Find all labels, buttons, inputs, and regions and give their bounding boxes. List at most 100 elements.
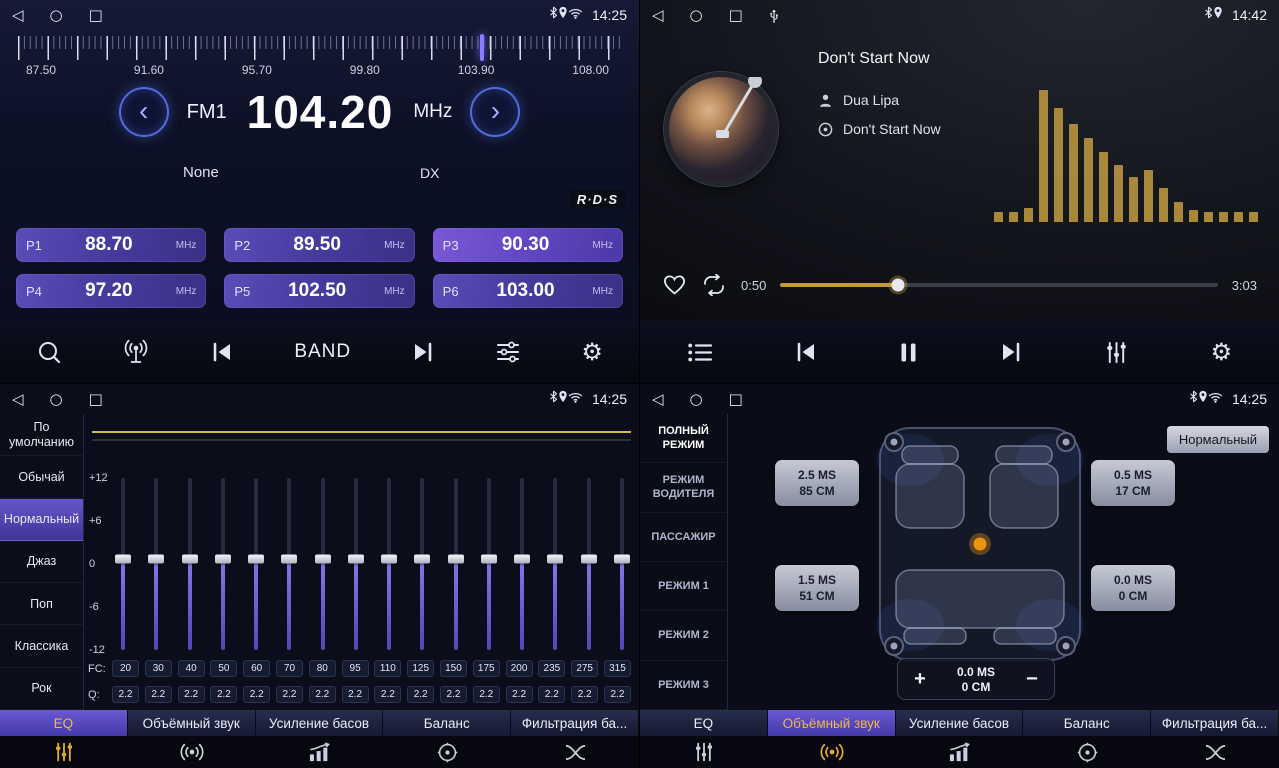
radio-preset-p5[interactable]: P5102.50MHz [224, 274, 414, 308]
radio-preset-p1[interactable]: P188.70MHz [16, 228, 206, 262]
eq-band-slider-11[interactable] [447, 478, 465, 650]
eq-band-slider-12[interactable] [480, 478, 498, 650]
audio-tab-3[interactable]: Усиление басов [256, 710, 384, 736]
eq-sliders-icon[interactable] [640, 736, 768, 768]
radio-preset-p3[interactable]: P390.30MHz [433, 228, 623, 262]
settings-gear-icon[interactable]: ⚙ [1211, 340, 1233, 364]
slider-thumb[interactable] [281, 554, 297, 563]
recents-icon[interactable]: □ [729, 392, 743, 407]
previous-icon[interactable] [210, 342, 234, 362]
eq-band-slider-8[interactable] [347, 478, 365, 650]
delay-rear-right[interactable]: 0.0 MS 0 CM [1091, 565, 1175, 611]
recents-icon[interactable]: □ [89, 8, 103, 23]
audio-tab-1[interactable]: EQ [640, 710, 768, 736]
eq-sliders-icon[interactable] [0, 736, 128, 768]
radio-preset-p4[interactable]: P497.20MHz [16, 274, 206, 308]
audio-tab-4[interactable]: Баланс [383, 710, 511, 736]
audio-tab-5[interactable]: Фильтрация ба... [511, 710, 639, 736]
eq-band-slider-14[interactable] [546, 478, 564, 650]
usb-icon[interactable] [769, 8, 779, 23]
audio-tab-4[interactable]: Баланс [1023, 710, 1151, 736]
previous-icon[interactable] [794, 342, 818, 362]
eq-preset-2[interactable]: Обычай [0, 456, 83, 498]
delay-plus-button[interactable]: + [908, 668, 932, 690]
eq-preset-3[interactable]: Нормальный [0, 499, 83, 541]
eq-preset-5[interactable]: Поп [0, 583, 83, 625]
slider-thumb[interactable] [414, 554, 430, 563]
eq-band-slider-4[interactable] [214, 478, 232, 650]
slider-thumb[interactable] [148, 554, 164, 563]
home-icon[interactable]: ○ [50, 392, 63, 407]
eq-band-slider-6[interactable] [280, 478, 298, 650]
crossover-icon[interactable] [511, 736, 639, 768]
surround-mode-4[interactable]: РЕЖИМ 1 [640, 562, 727, 611]
eq-band-slider-13[interactable] [513, 478, 531, 650]
pause-icon[interactable] [900, 342, 917, 363]
tune-down-button[interactable]: ‹ [121, 89, 167, 135]
audio-tab-5[interactable]: Фильтрация ба... [1151, 710, 1279, 736]
mixer-icon[interactable] [1104, 341, 1129, 364]
playlist-icon[interactable] [687, 342, 713, 363]
home-icon[interactable]: ○ [690, 392, 703, 407]
surround-mode-2[interactable]: РЕЖИМ ВОДИТЕЛЯ [640, 463, 727, 512]
back-icon[interactable]: ◁ [12, 392, 24, 407]
slider-thumb[interactable] [581, 554, 597, 563]
eq-band-slider-9[interactable] [380, 478, 398, 650]
surround-mode-5[interactable]: РЕЖИМ 2 [640, 611, 727, 660]
surround-sound-icon[interactable] [128, 736, 256, 768]
audio-tab-2[interactable]: Объёмный звук [128, 710, 256, 736]
broadcast-icon[interactable] [122, 339, 150, 365]
eq-preset-1[interactable]: По умолчанию [0, 414, 83, 456]
progress-bar[interactable] [780, 283, 1217, 287]
slider-thumb[interactable] [115, 554, 131, 563]
bass-boost-icon[interactable] [896, 736, 1024, 768]
eq-preset-4[interactable]: Джаз [0, 541, 83, 583]
audio-tab-3[interactable]: Усиление басов [896, 710, 1024, 736]
slider-thumb[interactable] [448, 554, 464, 563]
eq-band-slider-2[interactable] [147, 478, 165, 650]
eq-band-slider-1[interactable] [114, 478, 132, 650]
slider-thumb[interactable] [315, 554, 331, 563]
slider-thumb[interactable] [348, 554, 364, 563]
tune-settings-icon[interactable] [495, 340, 521, 364]
slider-thumb[interactable] [182, 554, 198, 563]
slider-thumb[interactable] [248, 554, 264, 563]
slider-thumb[interactable] [381, 554, 397, 563]
surround-mode-3[interactable]: ПАССАЖИР [640, 513, 727, 562]
eq-band-slider-16[interactable] [613, 478, 631, 650]
back-icon[interactable]: ◁ [652, 8, 664, 23]
eq-preset-7[interactable]: Рок [0, 668, 83, 710]
recents-icon[interactable]: □ [729, 8, 743, 23]
delay-front-right[interactable]: 0.5 MS 17 CM [1091, 460, 1175, 506]
eq-band-slider-15[interactable] [580, 478, 598, 650]
radio-preset-p2[interactable]: P289.50MHz [224, 228, 414, 262]
slider-thumb[interactable] [547, 554, 563, 563]
tune-up-button[interactable]: › [472, 89, 518, 135]
surround-preset-button[interactable]: Нормальный [1167, 426, 1269, 453]
eq-preset-6[interactable]: Классика [0, 625, 83, 667]
settings-gear-icon[interactable]: ⚙ [581, 340, 603, 364]
progress-thumb[interactable] [892, 279, 905, 292]
balance-icon[interactable] [1023, 736, 1151, 768]
surround-sound-icon[interactable] [768, 736, 896, 768]
back-icon[interactable]: ◁ [12, 8, 24, 23]
home-icon[interactable]: ○ [690, 8, 703, 23]
surround-mode-1[interactable]: ПОЛНЫЙ РЕЖИМ [640, 414, 727, 463]
next-icon[interactable] [411, 342, 435, 362]
back-icon[interactable]: ◁ [652, 392, 664, 407]
scan-icon[interactable] [36, 339, 62, 365]
audio-tab-2[interactable]: Объёмный звук [768, 710, 896, 736]
band-button[interactable]: BAND [294, 341, 351, 363]
slider-thumb[interactable] [614, 554, 630, 563]
surround-mode-6[interactable]: РЕЖИМ 3 [640, 661, 727, 710]
slider-thumb[interactable] [481, 554, 497, 563]
recents-icon[interactable]: □ [89, 392, 103, 407]
delay-front-left[interactable]: 2.5 MS 85 CM [775, 460, 859, 506]
slider-thumb[interactable] [514, 554, 530, 563]
eq-band-slider-5[interactable] [247, 478, 265, 650]
eq-band-slider-3[interactable] [181, 478, 199, 650]
home-icon[interactable]: ○ [50, 8, 63, 23]
slider-thumb[interactable] [215, 554, 231, 563]
crossover-icon[interactable] [1151, 736, 1279, 768]
delay-rear-left[interactable]: 1.5 MS 51 CM [775, 565, 859, 611]
